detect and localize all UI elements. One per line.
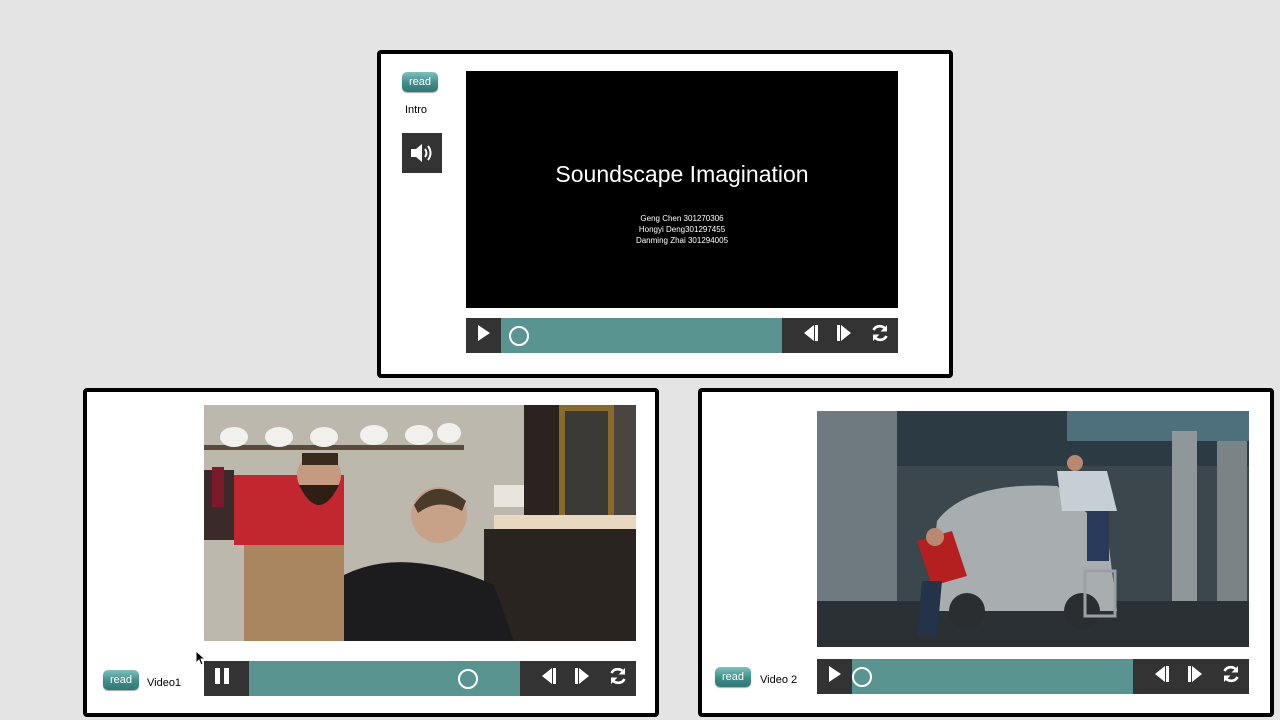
intro-label: Intro bbox=[405, 104, 428, 116]
loop-button[interactable] bbox=[600, 661, 635, 696]
video2-video[interactable] bbox=[817, 411, 1249, 647]
video2-label: Video 2 bbox=[760, 674, 798, 686]
loop-button[interactable] bbox=[1213, 659, 1248, 694]
author-line: Danming Zhai 301294005 bbox=[635, 236, 729, 245]
video2-read-button[interactable]: read bbox=[715, 667, 751, 687]
pause-button[interactable] bbox=[204, 661, 239, 696]
step-forward-icon bbox=[574, 667, 592, 690]
step-back-icon bbox=[539, 667, 557, 690]
previous-button[interactable] bbox=[792, 318, 827, 353]
previous-button[interactable] bbox=[1143, 659, 1178, 694]
video2-panel: read Video 2 bbox=[698, 388, 1274, 717]
previous-button[interactable] bbox=[530, 661, 565, 696]
step-forward-icon bbox=[836, 324, 854, 347]
slide-title: Soundscape Imagination bbox=[555, 161, 809, 187]
step-forward-icon bbox=[1187, 665, 1205, 688]
loop-icon bbox=[608, 666, 628, 691]
author-line: Hongyi Deng301297455 bbox=[638, 225, 726, 234]
video1-controls bbox=[204, 661, 636, 696]
mouse-cursor-icon bbox=[195, 649, 207, 666]
intro-controls bbox=[466, 318, 898, 353]
car-wash-scene bbox=[817, 411, 1249, 647]
step-back-icon bbox=[801, 324, 819, 347]
loop-button[interactable] bbox=[862, 318, 897, 353]
video1-label: Video1 bbox=[147, 677, 182, 689]
pause-icon bbox=[214, 667, 230, 690]
intro-panel: read Intro Soundscape Imagination Geng C… bbox=[377, 50, 953, 378]
next-button[interactable] bbox=[1178, 659, 1213, 694]
seek-knob[interactable] bbox=[852, 666, 872, 687]
intro-video[interactable]: Soundscape Imagination Geng Chen 3012703… bbox=[466, 71, 898, 308]
next-button[interactable] bbox=[565, 661, 600, 696]
play-button[interactable] bbox=[466, 318, 501, 353]
play-button[interactable] bbox=[817, 659, 852, 694]
play-icon bbox=[477, 324, 491, 347]
seek-knob[interactable] bbox=[509, 325, 530, 346]
speaker-volume-icon[interactable] bbox=[402, 133, 442, 173]
author-line: Geng Chen 301270306 bbox=[640, 214, 724, 223]
seek-bar[interactable] bbox=[249, 661, 520, 696]
seek-knob[interactable] bbox=[457, 668, 478, 689]
slide-authors: Geng Chen 301270306 Hongyi Deng301297455… bbox=[466, 213, 898, 246]
video1-panel: read Video1 bbox=[83, 388, 659, 717]
next-button[interactable] bbox=[827, 318, 862, 353]
play-icon bbox=[828, 665, 842, 688]
loop-icon bbox=[1221, 664, 1241, 689]
loop-icon bbox=[870, 323, 890, 348]
intro-read-button[interactable]: read bbox=[402, 72, 438, 92]
seek-bar[interactable] bbox=[501, 318, 782, 353]
video1-read-button[interactable]: read bbox=[103, 670, 139, 690]
seek-bar[interactable] bbox=[852, 659, 1133, 694]
barbershop-scene bbox=[204, 405, 636, 641]
step-back-icon bbox=[1152, 665, 1170, 688]
video1-video[interactable] bbox=[204, 405, 636, 641]
video2-controls bbox=[817, 659, 1249, 694]
